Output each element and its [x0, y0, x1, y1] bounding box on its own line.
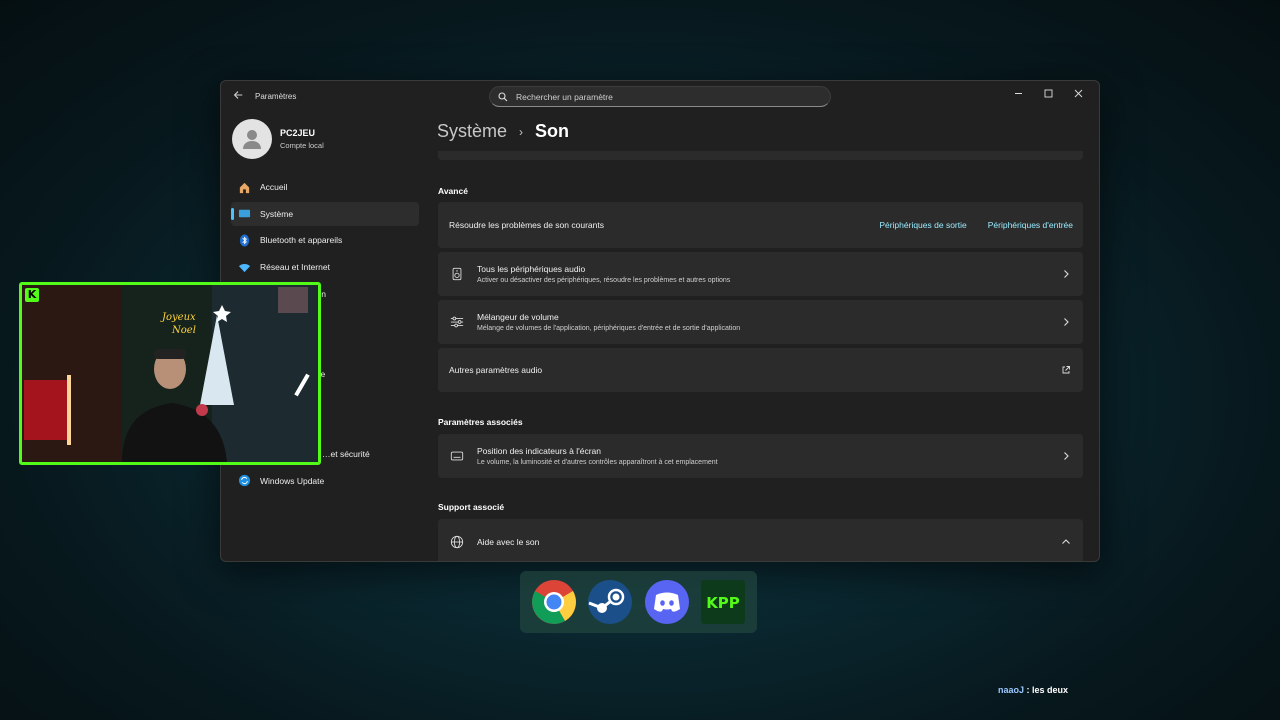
kpp-icon[interactable]: KPP	[700, 579, 746, 625]
back-arrow-icon[interactable]	[231, 89, 245, 103]
output-devices-link[interactable]: Périphériques de sortie	[879, 220, 966, 230]
maximize-icon	[1044, 89, 1052, 97]
chrome-icon[interactable]	[531, 579, 577, 625]
windows-update-icon	[237, 474, 251, 488]
screen-indicator-icon	[449, 448, 465, 464]
search-box[interactable]	[489, 86, 831, 107]
kick-logo: K	[25, 288, 39, 302]
chevron-right-icon	[1064, 452, 1069, 460]
breadcrumb: Système › Son	[437, 121, 569, 142]
sound-help-title: Aide avec le son	[477, 537, 540, 547]
section-title-support-associe: Support associé	[438, 502, 505, 512]
sidebar-item-systeme[interactable]: Système	[231, 201, 419, 226]
input-devices-link[interactable]: Périphériques d'entrée	[988, 220, 1073, 230]
avatar	[232, 119, 272, 159]
sidebar-item-label: Bluetooth et appareils	[260, 235, 343, 246]
app-title: Paramètres	[255, 92, 297, 101]
page-title: Son	[535, 121, 570, 141]
steam-icon[interactable]	[587, 579, 633, 625]
sidebar-item-label: …et sécurité	[322, 448, 370, 459]
account-type: Compte local	[280, 141, 324, 150]
svg-text:Joyeux: Joyeux	[160, 312, 196, 323]
all-audio-devices-title: Tous les périphériques audio	[477, 264, 586, 274]
minimize-icon	[1014, 92, 1022, 94]
kpp-icon-label: KPP	[706, 594, 740, 612]
sidebar-item-label: Système	[260, 208, 294, 219]
globe-icon	[449, 534, 465, 550]
settings-window: Paramètres PC2JEU Compte local	[220, 80, 1100, 562]
chevron-right-icon	[1064, 270, 1069, 278]
breadcrumb-separator: ›	[519, 124, 524, 139]
volume-mixer-title: Mélangeur de volume	[477, 312, 559, 322]
close-icon	[1074, 89, 1082, 97]
maximize-button[interactable]	[1033, 83, 1063, 103]
sound-help-card[interactable]: Aide avec le son	[438, 519, 1083, 561]
webcam-scene: Joyeux Noel	[22, 285, 318, 462]
sidebar-item-label: Réseau et Internet	[260, 262, 330, 273]
bluetooth-icon	[237, 233, 251, 247]
sidebar-item-label: Accueil	[260, 182, 288, 192]
mixer-sliders-icon	[449, 314, 465, 330]
chat-text: les deux	[1032, 685, 1069, 695]
chevron-right-icon	[1064, 318, 1069, 326]
all-audio-devices-subtitle: Activer ou désactiver des périphériques,…	[477, 277, 731, 284]
all-audio-devices-card[interactable]: Tous les périphériques audio Activer ou …	[438, 252, 1083, 296]
indicator-position-card[interactable]: Position des indicateurs à l'écran Le vo…	[438, 434, 1083, 478]
discord-icon[interactable]	[644, 579, 690, 625]
minimize-button[interactable]	[1003, 83, 1033, 103]
more-audio-settings-title: Autres paramètres audio	[449, 365, 543, 375]
indicator-position-subtitle: Le volume, la luminosité et d'autres con…	[477, 459, 718, 466]
section-title-parametres-associes: Paramètres associés	[438, 417, 523, 427]
chat-separator: :	[1024, 685, 1033, 695]
chat-message: naaoJ : les deux	[998, 685, 1068, 695]
webcam-overlay: Joyeux Noel K	[19, 282, 321, 465]
home-icon	[237, 180, 251, 194]
sidebar-item-accueil[interactable]: Accueil	[231, 175, 419, 199]
main-content: Système › Son Avancé Résoudre les problè…	[437, 113, 1083, 561]
section-title-avance: Avancé	[438, 186, 468, 196]
troubleshoot-title: Résoudre les problèmes de son courants	[449, 220, 604, 230]
svg-text:Noel: Noel	[171, 325, 196, 336]
sidebar-item-bluetooth[interactable]: Bluetooth et appareils	[231, 228, 419, 252]
app-dock: KPP	[520, 571, 757, 633]
more-audio-settings-card[interactable]: Autres paramètres audio	[438, 348, 1083, 392]
troubleshoot-card: Résoudre les problèmes de son courants P…	[438, 202, 1083, 248]
sidebar-item-reseau[interactable]: Réseau et Internet	[231, 255, 419, 279]
speaker-device-icon	[449, 266, 465, 282]
search-icon	[498, 91, 508, 101]
external-link-icon	[1062, 366, 1070, 374]
chat-username: naaoJ	[998, 685, 1025, 695]
scrolled-card-edge	[438, 151, 1083, 160]
close-button[interactable]	[1063, 83, 1093, 103]
user-icon	[243, 130, 261, 149]
window-controls	[1003, 83, 1093, 103]
search-input[interactable]	[516, 91, 816, 102]
wifi-icon	[237, 260, 251, 274]
chevron-up-icon[interactable]	[1061, 537, 1071, 547]
system-icon	[237, 207, 251, 221]
breadcrumb-parent[interactable]: Système	[437, 121, 507, 142]
user-name: PC2JEU	[280, 128, 316, 138]
volume-mixer-card[interactable]: Mélangeur de volume Mélange de volumes d…	[438, 300, 1083, 344]
user-profile[interactable]: PC2JEU Compte local	[232, 119, 324, 159]
volume-mixer-subtitle: Mélange de volumes de l'application, pér…	[477, 325, 741, 332]
indicator-position-title: Position des indicateurs à l'écran	[477, 446, 601, 456]
sidebar-item-windows-update[interactable]: Windows Update	[231, 469, 419, 493]
title-bar: Paramètres	[221, 81, 1099, 113]
sidebar-item-label: Windows Update	[260, 475, 325, 486]
